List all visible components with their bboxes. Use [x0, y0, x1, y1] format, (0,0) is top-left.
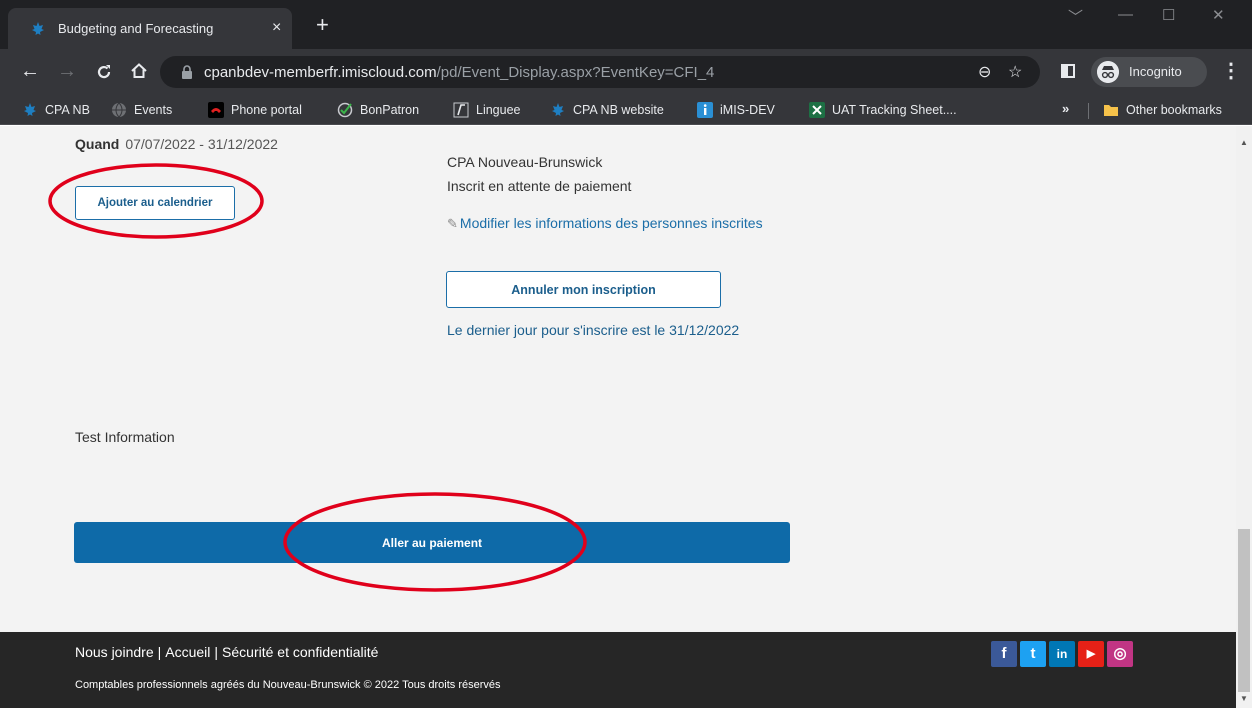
browser-toolbar: ← → cpanbdev-memberfr.imiscloud.com/pd/E… [0, 49, 1252, 95]
bookmark-label: CPA NB [45, 103, 90, 117]
phone-icon [208, 102, 224, 118]
maple-leaf-icon [552, 103, 564, 116]
bookmark-cpa-nb-website[interactable]: CPA NB website [550, 101, 664, 119]
go-to-payment-button[interactable]: Aller au paiement [74, 522, 790, 563]
bookmarks-overflow-icon[interactable]: » [1062, 101, 1069, 116]
add-to-calendar-button[interactable]: Ajouter au calendrier [75, 186, 235, 220]
maple-leaf-icon [24, 103, 36, 116]
registration-deadline: Le dernier jour pour s'inscrire est le 3… [447, 322, 740, 338]
edit-registrants-label: Modifier les informations des personnes … [459, 215, 763, 231]
minimize-icon[interactable]: — [1118, 6, 1133, 23]
linguee-icon [453, 102, 469, 118]
check-icon [337, 102, 353, 118]
linkedin-icon[interactable]: in [1049, 641, 1075, 667]
cancel-registration-button[interactable]: Annuler mon inscription [446, 271, 721, 308]
footer-link-contact[interactable]: Nous joindre [75, 644, 154, 660]
footer-links: Nous joindre | Accueil | Sécurité et confide… [75, 644, 379, 660]
scroll-down-icon[interactable]: ▼ [1240, 694, 1248, 703]
bookmark-uat-tracking-sheet[interactable]: UAT Tracking Sheet.... [809, 101, 957, 119]
tab-search-icon[interactable]: ﹀ [1068, 6, 1083, 27]
url-text: cpanbdev-memberfr.imiscloud.com/pd/Event… [204, 64, 715, 81]
pencil-icon: ✎ [447, 216, 458, 231]
footer-link-privacy[interactable]: Sécurité et confidentialité [222, 644, 378, 660]
tab-title: Budgeting and Forecasting [58, 21, 214, 36]
when-value: 07/07/2022 - 31/12/2022 [125, 136, 278, 152]
bookmark-label: BonPatron [360, 103, 420, 117]
close-window-icon[interactable]: ✕ [1212, 6, 1225, 24]
scrollbar-thumb[interactable] [1238, 529, 1250, 692]
home-icon[interactable] [130, 62, 148, 80]
registration-status: Inscrit en attente de paiement [447, 178, 632, 194]
excel-icon [809, 102, 825, 118]
incognito-badge[interactable]: Incognito [1091, 57, 1207, 87]
globe-icon [112, 102, 126, 118]
youtube-icon[interactable]: ▶ [1078, 641, 1104, 667]
lock-icon [182, 65, 192, 79]
incognito-label: Incognito [1129, 64, 1182, 79]
bookmark-imis-dev[interactable]: iMIS-DEV [697, 101, 775, 119]
scroll-up-icon[interactable]: ▲ [1240, 138, 1248, 147]
bookmark-label: iMIS-DEV [720, 103, 775, 117]
event-dates: Quand 07/07/2022 - 31/12/2022 [75, 136, 278, 152]
bookmark-label: Linguee [476, 103, 521, 117]
copyright-text: Comptables professionnels agréés du Nouv… [75, 679, 501, 691]
more-menu-icon[interactable]: ⋮ [1221, 58, 1241, 83]
reload-icon[interactable] [95, 63, 113, 81]
event-page: Quand 07/07/2022 - 31/12/2022 Ajouter au … [0, 126, 1236, 632]
address-bar[interactable]: cpanbdev-memberfr.imiscloud.com/pd/Event… [160, 56, 1040, 88]
bookmark-label: CPA NB website [573, 103, 664, 117]
other-bookmarks-label: Other bookmarks [1126, 103, 1222, 117]
footer-link-home[interactable]: Accueil [165, 644, 210, 660]
instagram-icon[interactable]: ◎ [1107, 641, 1133, 667]
edit-registrants-link[interactable]: ✎ Modifier les informations des personnes… [447, 212, 787, 235]
maximize-icon[interactable]: ☐ [1162, 6, 1175, 24]
back-arrow-icon[interactable]: ← [20, 58, 40, 84]
browser-tab[interactable]: Budgeting and Forecasting × [8, 8, 292, 49]
bookmark-label: Events [134, 103, 173, 117]
bookmark-events[interactable]: Events [111, 101, 172, 119]
site-footer: Nous joindre | Accueil | Sécurité et confide… [0, 632, 1236, 708]
folder-icon [1104, 105, 1118, 116]
bookmark-cpa-nb[interactable]: CPA NB [22, 101, 90, 119]
twitter-icon[interactable]: t [1020, 641, 1046, 667]
bookmark-phone-portal[interactable]: Phone portal [208, 101, 302, 119]
organization-name: CPA Nouveau-Brunswick [447, 154, 603, 170]
event-description: Test Information [75, 429, 175, 445]
bookmark-bonpatron[interactable]: BonPatron [337, 101, 419, 119]
side-panel-icon[interactable] [1061, 64, 1075, 78]
info-icon [697, 102, 713, 118]
tab-strip: Budgeting and Forecasting × + ﹀ — ☐ ✕ [0, 0, 1252, 49]
star-icon[interactable]: ☆ [1008, 62, 1022, 82]
bookmark-label: UAT Tracking Sheet.... [832, 103, 957, 117]
forward-arrow-icon[interactable]: → [57, 58, 77, 84]
zoom-icon[interactable]: ⊖ [978, 62, 991, 82]
bookmarks-divider [1088, 103, 1089, 119]
close-tab-icon[interactable]: × [272, 18, 281, 38]
maple-leaf-icon [32, 22, 44, 35]
bookmarks-bar: CPA NB Events Phone portal BonPatron Lin… [0, 95, 1252, 125]
bookmark-label: Phone portal [231, 103, 302, 117]
new-tab-button[interactable]: + [316, 14, 329, 36]
facebook-icon[interactable]: f [991, 641, 1017, 667]
when-label: Quand [75, 136, 120, 152]
other-bookmarks[interactable]: Other bookmarks [1103, 101, 1222, 119]
bookmark-linguee[interactable]: Linguee [453, 101, 521, 119]
incognito-icon [1097, 61, 1119, 83]
vertical-scrollbar[interactable]: ▲ ▼ [1236, 126, 1252, 708]
